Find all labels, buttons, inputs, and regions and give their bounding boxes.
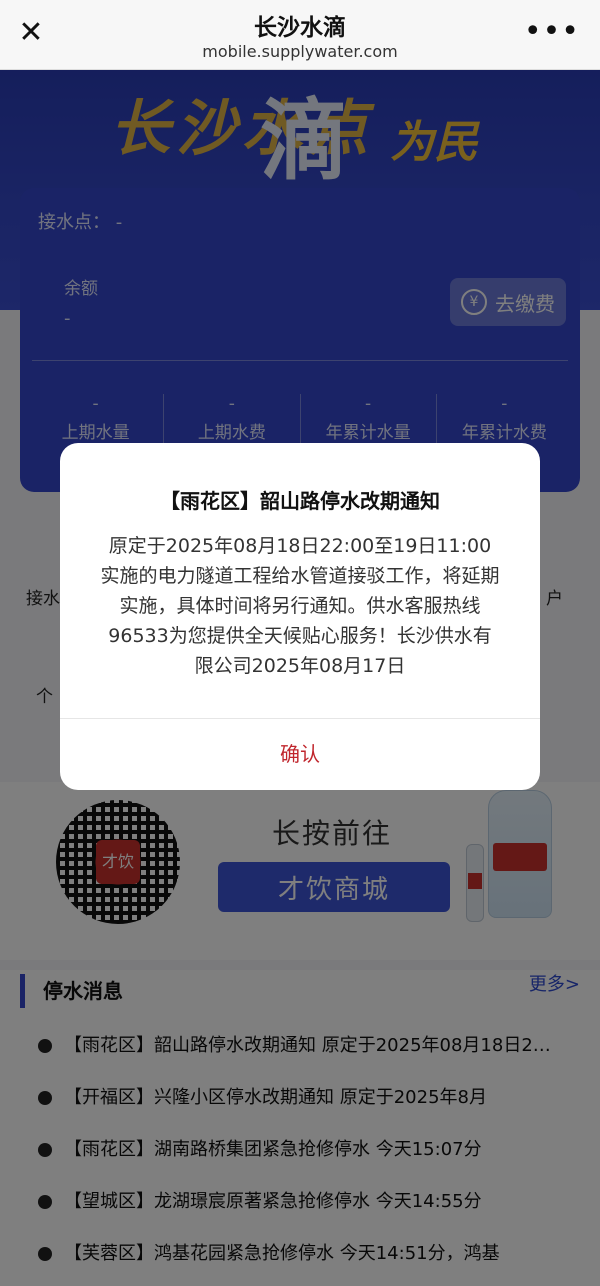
browser-top-bar: ✕ 长沙水滴 mobile.supplywater.com ••• [0, 0, 600, 70]
outage-notice-dialog: 【雨花区】韶山路停水改期通知 原定于2025年08月18日22:00至19日11… [60, 443, 540, 790]
confirm-button[interactable]: 确认 [60, 719, 540, 790]
more-menu-icon[interactable]: ••• [524, 14, 580, 49]
dialog-title: 【雨花区】韶山路停水改期通知 [160, 489, 440, 513]
dialog-body: 原定于2025年08月18日22:00至19日11:00实施的电力隧道工程给水管… [100, 535, 500, 677]
page-title: 长沙水滴 [254, 15, 346, 41]
page-url: mobile.supplywater.com [202, 42, 398, 61]
